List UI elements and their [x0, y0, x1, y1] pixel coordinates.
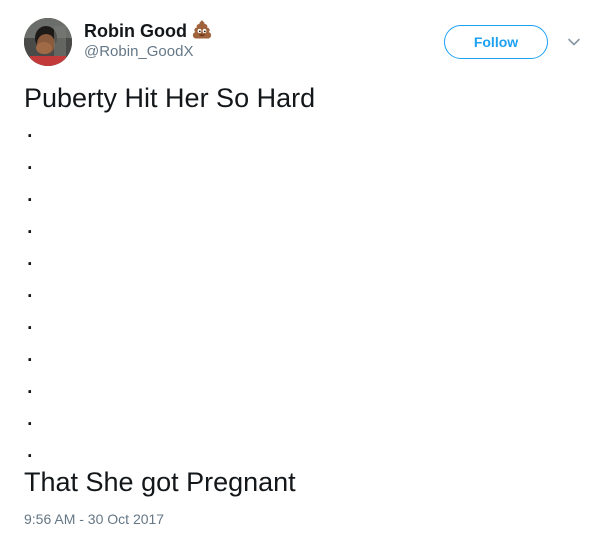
tweet-text-dot: . [26, 369, 34, 399]
tweet-text-dot: . [26, 273, 34, 303]
tweet-text-dot: . [26, 177, 34, 207]
tweet-text-dot: . [26, 433, 34, 463]
tweet-text-dot: . [26, 401, 34, 431]
avatar[interactable] [24, 18, 72, 66]
tweet-text-dot: . [26, 241, 34, 271]
tweet-text-dot: . [26, 305, 34, 335]
tweet-card: Robin Good @Robin_GoodX Follow Puberty H… [0, 0, 600, 539]
follow-button[interactable]: Follow [444, 25, 548, 59]
tweet-text-dot: . [26, 337, 34, 367]
author-handle[interactable]: @Robin_GoodX [84, 42, 193, 62]
chevron-down-icon[interactable] [567, 35, 581, 49]
avatar-image [24, 18, 72, 66]
tweet-timestamp[interactable]: 9:56 AM - 30 Oct 2017 [24, 509, 164, 529]
pile-of-poo-emoji-icon [190, 18, 214, 42]
display-name[interactable]: Robin Good [84, 19, 187, 43]
tweet-text-line-2: That She got Pregnant [24, 467, 296, 497]
tweet-text-dot: . [26, 113, 34, 143]
tweet-text-line-1: Puberty Hit Her So Hard [24, 83, 316, 113]
tweet-text-dot: . [26, 209, 34, 239]
tweet-text-dot: . [26, 145, 34, 175]
